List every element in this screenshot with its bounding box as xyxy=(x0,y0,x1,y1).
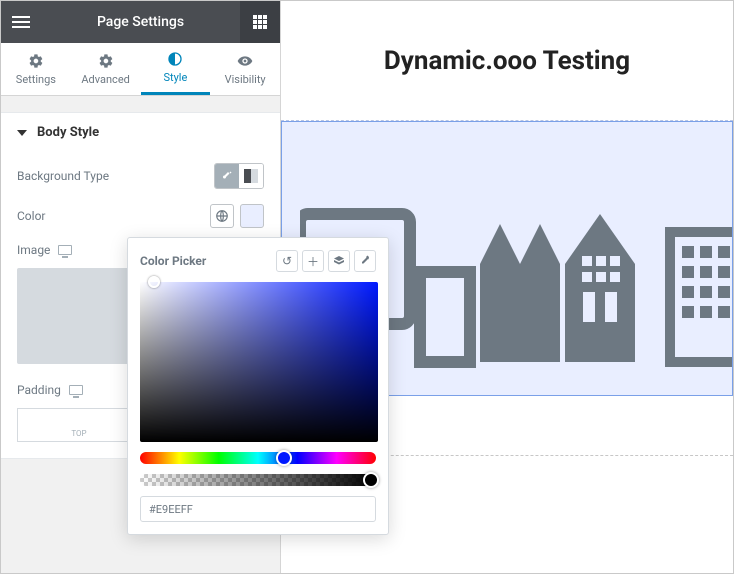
section-toggle-body-style[interactable]: Body Style xyxy=(1,113,280,152)
stack-icon xyxy=(333,255,345,267)
panel-header: Page Settings xyxy=(1,1,280,43)
bg-type-classic[interactable] xyxy=(215,164,239,188)
tab-label: Visibility xyxy=(225,73,266,86)
color-swatch[interactable] xyxy=(240,204,264,228)
eye-icon xyxy=(237,53,253,69)
globe-icon xyxy=(215,209,229,223)
tab-label: Settings xyxy=(16,73,56,86)
page-heading[interactable]: Dynamic.ooo Testing xyxy=(281,1,733,121)
sv-thumb[interactable] xyxy=(148,276,160,288)
image-label: Image xyxy=(17,243,50,257)
color-library-button[interactable] xyxy=(328,250,350,272)
gear-icon xyxy=(98,53,114,69)
eyedropper-icon xyxy=(359,255,371,267)
grid-icon xyxy=(253,15,267,29)
desktop-icon[interactable] xyxy=(69,385,83,395)
gradient-icon xyxy=(244,169,258,183)
contrast-icon xyxy=(167,51,183,67)
tab-advanced[interactable]: Advanced xyxy=(71,43,141,95)
hex-input[interactable] xyxy=(140,496,376,522)
gear-icon xyxy=(28,53,44,69)
bg-type-gradient[interactable] xyxy=(239,164,263,188)
caret-down-icon xyxy=(17,130,27,136)
section-title: Body Style xyxy=(37,125,99,140)
desktop-icon[interactable] xyxy=(58,245,72,255)
padding-top-input[interactable] xyxy=(18,415,140,429)
color-label: Color xyxy=(17,209,45,223)
undo-icon: ↺ xyxy=(282,254,292,268)
tab-label: Advanced xyxy=(81,73,129,86)
saturation-value-area[interactable] xyxy=(140,282,378,442)
padding-unit-label: TOP xyxy=(71,429,86,438)
color-picker-popover: Color Picker ↺ ＋ xyxy=(127,237,389,535)
bg-type-switch xyxy=(214,163,264,189)
alpha-thumb[interactable] xyxy=(363,472,379,488)
hamburger-icon xyxy=(12,16,30,28)
tab-settings[interactable]: Settings xyxy=(1,43,71,95)
tab-style[interactable]: Style xyxy=(141,43,211,95)
tab-visibility[interactable]: Visibility xyxy=(210,43,280,95)
eyedropper-button[interactable] xyxy=(354,250,376,272)
panel-title: Page Settings xyxy=(1,14,280,30)
hue-thumb[interactable] xyxy=(276,450,292,466)
bg-type-label: Background Type xyxy=(17,169,109,183)
tab-label: Style xyxy=(163,71,187,84)
color-reset-button[interactable]: ↺ xyxy=(276,250,298,272)
color-add-button[interactable]: ＋ xyxy=(302,250,324,272)
global-color-button[interactable] xyxy=(210,204,234,228)
padding-label: Padding xyxy=(17,383,61,397)
brush-icon xyxy=(221,170,233,182)
panel-tabs: Settings Advanced Style Visibility xyxy=(1,43,280,96)
widgets-grid-button[interactable] xyxy=(240,1,280,43)
plus-icon: ＋ xyxy=(307,253,319,270)
hue-slider[interactable] xyxy=(140,452,376,464)
color-picker-title: Color Picker xyxy=(140,254,206,268)
menu-button[interactable] xyxy=(1,1,41,43)
alpha-slider[interactable] xyxy=(140,474,376,486)
